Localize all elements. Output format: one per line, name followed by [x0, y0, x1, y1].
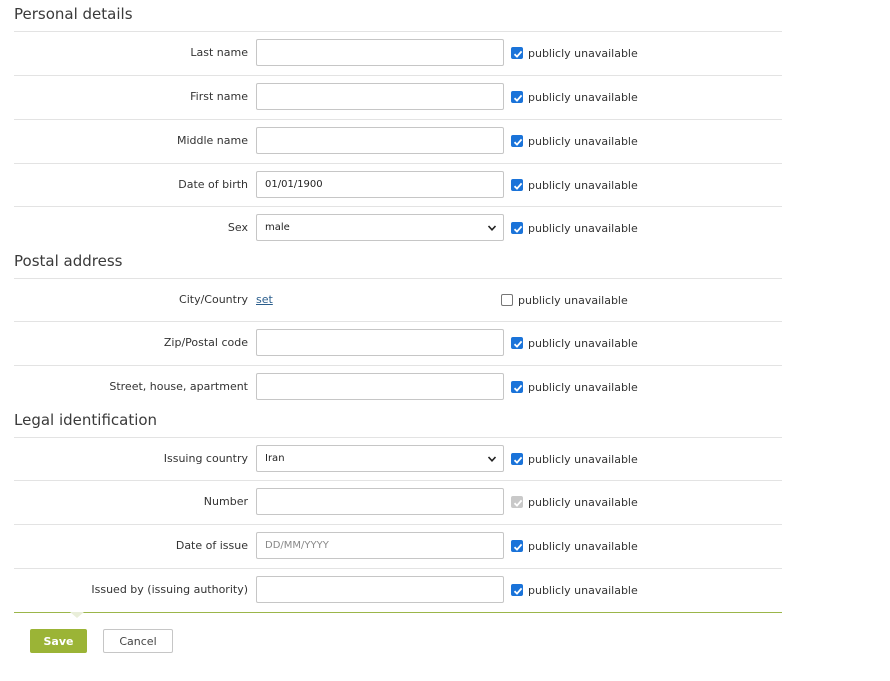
checkbox-label: publicly unavailable: [528, 380, 638, 394]
checkbox-checked-icon[interactable]: [511, 381, 523, 393]
checkbox-label: publicly unavailable: [528, 178, 638, 192]
checkbox-checked-icon[interactable]: [511, 337, 523, 349]
issuing-country-value: Iran: [265, 453, 285, 464]
checkbox-checked-icon[interactable]: [511, 47, 523, 59]
checkbox-unchecked-icon[interactable]: [501, 294, 513, 306]
section-title-postal-address: Postal address: [14, 252, 123, 270]
checkbox-checked-icon[interactable]: [511, 91, 523, 103]
city-country-label: City/Country: [179, 293, 248, 306]
date-of-birth-public-toggle[interactable]: publicly unavailable: [511, 163, 638, 207]
middle-name-public-toggle[interactable]: publicly unavailable: [511, 119, 638, 163]
issuing-country-select[interactable]: Iran: [256, 445, 504, 472]
row-issued-by: Issued by (issuing authority) publicly u…: [14, 568, 782, 612]
date-of-birth-input[interactable]: 01/01/1900: [256, 171, 504, 198]
row-number: Number publicly unavailable: [14, 480, 782, 524]
chevron-down-icon: [487, 456, 497, 462]
checkbox-label: publicly unavailable: [528, 336, 638, 350]
issuing-country-public-toggle[interactable]: publicly unavailable: [511, 437, 638, 481]
checkbox-label: publicly unavailable: [528, 539, 638, 553]
checkbox-checked-icon[interactable]: [511, 453, 523, 465]
checkbox-label: publicly unavailable: [528, 583, 638, 597]
checkbox-label: publicly unavailable: [528, 46, 638, 60]
middle-name-input[interactable]: [256, 127, 504, 154]
row-middle-name: Middle name publicly unavailable: [14, 119, 782, 163]
cancel-button[interactable]: Cancel: [103, 629, 173, 653]
last-name-public-toggle[interactable]: publicly unavailable: [511, 31, 638, 75]
street-label: Street, house, apartment: [109, 380, 248, 393]
checkbox-checked-icon[interactable]: [511, 540, 523, 552]
section-title-legal-identification: Legal identification: [14, 411, 158, 429]
date-of-birth-label: Date of birth: [178, 178, 248, 191]
checkbox-label: publicly unavailable: [518, 293, 628, 307]
row-issuing-country: Issuing country Iran publicly unavailabl…: [14, 437, 782, 481]
row-sex: Sex male publicly unavailable: [14, 206, 782, 250]
checkbox-checked-icon[interactable]: [511, 179, 523, 191]
checkbox-label: publicly unavailable: [528, 221, 638, 235]
checkbox-checked-icon[interactable]: [511, 222, 523, 234]
street-public-toggle[interactable]: publicly unavailable: [511, 365, 638, 409]
checkbox-label: publicly unavailable: [528, 134, 638, 148]
section-title-personal-details: Personal details: [14, 5, 133, 23]
sex-select[interactable]: male: [256, 214, 504, 241]
number-public-toggle: publicly unavailable: [511, 480, 638, 524]
first-name-input[interactable]: [256, 83, 504, 110]
issued-by-input[interactable]: [256, 576, 504, 603]
last-name-input[interactable]: [256, 39, 504, 66]
row-zip: Zip/Postal code publicly unavailable: [14, 321, 782, 365]
number-label: Number: [203, 495, 248, 508]
date-of-issue-public-toggle[interactable]: publicly unavailable: [511, 524, 638, 568]
checkbox-label: publicly unavailable: [528, 90, 638, 104]
sex-select-value: male: [265, 222, 290, 233]
first-name-label: First name: [190, 90, 248, 103]
zip-input[interactable]: [256, 329, 504, 356]
street-input[interactable]: [256, 373, 504, 400]
row-date-of-issue: Date of issue DD/MM/YYYY publicly unavai…: [14, 524, 782, 568]
sex-public-toggle[interactable]: publicly unavailable: [511, 206, 638, 250]
last-name-label: Last name: [190, 46, 248, 59]
number-input[interactable]: [256, 488, 504, 515]
issuing-country-label: Issuing country: [163, 452, 248, 465]
first-name-public-toggle[interactable]: publicly unavailable: [511, 75, 638, 119]
divider-notch: [70, 612, 84, 618]
sex-label: Sex: [227, 221, 248, 234]
city-country-set-link[interactable]: set: [256, 278, 273, 322]
date-of-issue-input[interactable]: DD/MM/YYYY: [256, 532, 504, 559]
row-date-of-birth: Date of birth 01/01/1900 publicly unavai…: [14, 163, 782, 207]
date-of-issue-label: Date of issue: [175, 539, 248, 552]
middle-name-label: Middle name: [176, 134, 248, 147]
chevron-down-icon: [487, 225, 497, 231]
city-country-public-toggle[interactable]: publicly unavailable: [501, 278, 628, 322]
row-street: Street, house, apartment publicly unavai…: [14, 365, 782, 409]
issued-by-label: Issued by (issuing authority): [91, 583, 248, 596]
row-first-name: First name publicly unavailable: [14, 75, 782, 119]
checkbox-label: publicly unavailable: [528, 452, 638, 466]
row-last-name: Last name publicly unavailable: [14, 31, 782, 75]
zip-public-toggle[interactable]: publicly unavailable: [511, 321, 638, 365]
checkbox-disabled-icon: [511, 496, 523, 508]
zip-label: Zip/Postal code: [163, 336, 248, 349]
checkbox-checked-icon[interactable]: [511, 584, 523, 596]
row-city-country: City/Country set publicly unavailable: [14, 278, 782, 322]
issued-by-public-toggle[interactable]: publicly unavailable: [511, 568, 638, 612]
save-button[interactable]: Save: [30, 629, 87, 653]
checkbox-checked-icon[interactable]: [511, 135, 523, 147]
checkbox-label: publicly unavailable: [528, 495, 638, 509]
form-footer-divider: [14, 612, 782, 613]
